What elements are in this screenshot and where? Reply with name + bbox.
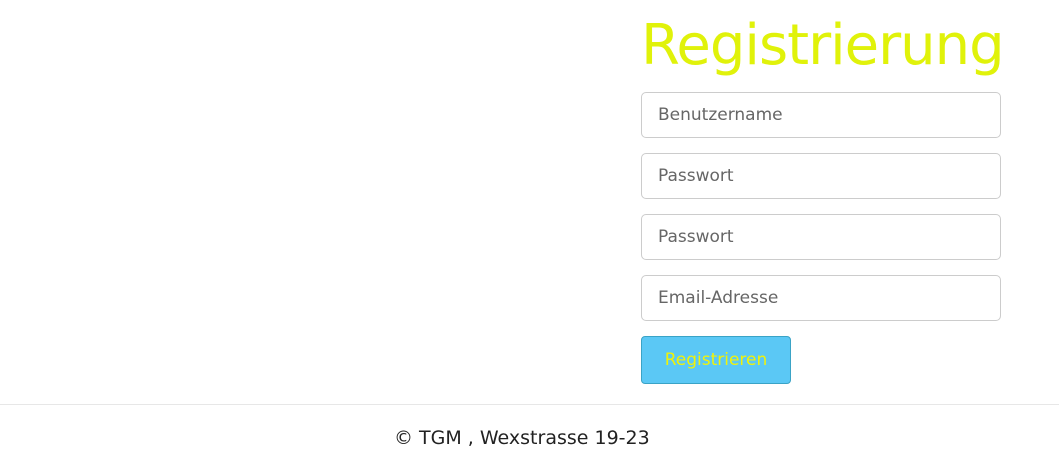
username-input[interactable] <box>641 92 1001 138</box>
footer: © TGM , Wexstrasse 19-23 <box>0 404 1059 474</box>
password-input[interactable] <box>641 153 1001 199</box>
footer-text: © TGM , Wexstrasse 19-23 <box>394 427 650 449</box>
register-button[interactable]: Registrieren <box>641 336 791 384</box>
password-confirm-input[interactable] <box>641 214 1001 260</box>
page: Registrierung Registrieren © TGM , Wexst… <box>0 0 1059 474</box>
page-title: Registrierung <box>641 13 1005 78</box>
email-input[interactable] <box>641 275 1001 321</box>
registration-form: Registrierung Registrieren <box>641 10 1005 384</box>
form-fields: Registrieren <box>641 92 1001 384</box>
